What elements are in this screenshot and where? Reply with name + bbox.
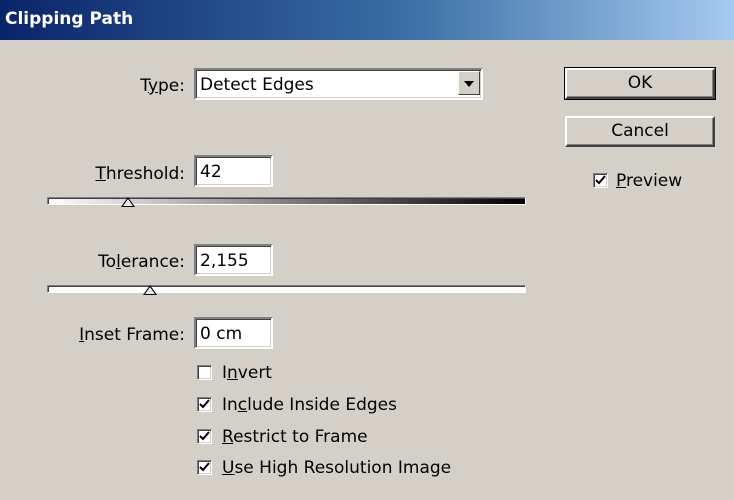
window-title: Clipping Path	[5, 9, 134, 29]
invert-checkbox[interactable]	[197, 365, 212, 380]
restrict-to-frame-checkbox[interactable]	[197, 429, 212, 444]
tolerance-input[interactable]: 2,155	[194, 244, 273, 276]
cancel-button[interactable]: Cancel	[565, 116, 715, 147]
checkmark-icon	[199, 462, 210, 472]
tolerance-slider-thumb[interactable]	[143, 285, 157, 295]
inset-frame-input-value: 0 cm	[200, 324, 243, 344]
checkmark-icon	[199, 399, 210, 409]
ok-button[interactable]: OK	[564, 67, 716, 100]
type-select-value: Detect Edges	[200, 75, 314, 95]
include-inside-edges-label[interactable]: Include Inside Edges	[222, 395, 397, 415]
checkmark-icon	[199, 431, 210, 441]
threshold-input-value: 42	[200, 162, 222, 182]
tolerance-input-value: 2,155	[200, 251, 249, 271]
preview-checkbox[interactable]	[593, 173, 608, 188]
type-dropdown-button[interactable]	[458, 71, 480, 95]
restrict-to-frame-label[interactable]: Restrict to Frame	[222, 427, 368, 447]
threshold-slider-track[interactable]	[47, 197, 526, 205]
include-inside-edges-checkbox[interactable]	[197, 397, 212, 412]
invert-label[interactable]: Invert	[222, 363, 272, 383]
chevron-down-icon	[464, 81, 474, 87]
threshold-slider-thumb[interactable]	[121, 197, 135, 207]
inset-frame-input[interactable]: 0 cm	[194, 317, 273, 349]
threshold-input[interactable]: 42	[194, 155, 273, 187]
inset-frame-label: Inset Frame:	[79, 325, 185, 345]
use-high-resolution-label[interactable]: Use High Resolution Image	[222, 458, 451, 478]
use-high-resolution-checkbox[interactable]	[197, 460, 212, 475]
tolerance-slider-track[interactable]	[47, 285, 526, 293]
type-label: Type:	[140, 76, 185, 96]
title-bar[interactable]: Clipping Path	[0, 0, 734, 40]
clipping-path-dialog: Type: Detect Edges Threshold: 42 Toleran…	[0, 40, 734, 500]
type-select[interactable]: Detect Edges	[194, 68, 483, 100]
tolerance-label: Tolerance:	[98, 252, 185, 272]
checkmark-icon	[595, 175, 606, 185]
threshold-label: Threshold:	[95, 164, 185, 184]
preview-label[interactable]: Preview	[616, 171, 682, 191]
